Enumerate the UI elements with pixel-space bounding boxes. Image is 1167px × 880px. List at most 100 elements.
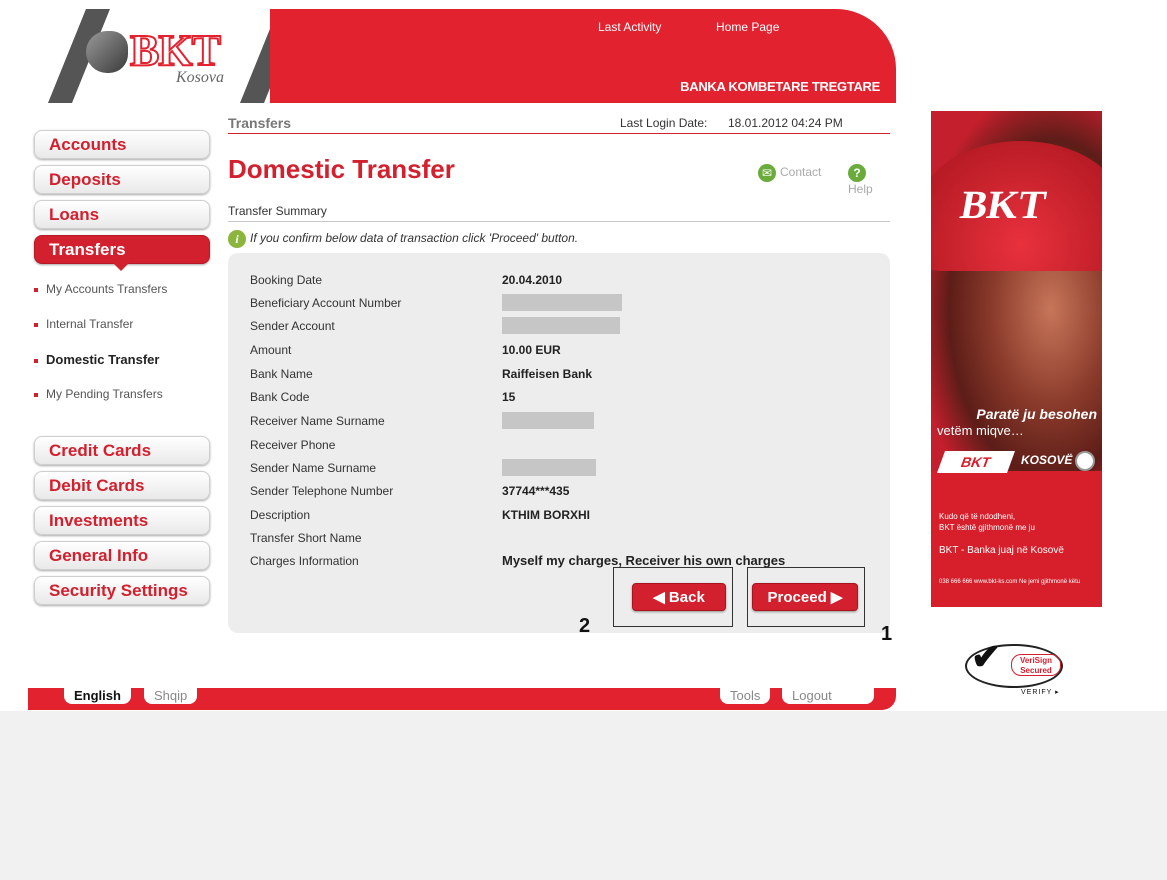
bank-code-label: Bank Code (250, 390, 310, 404)
booking-date-value: 20.04.2010 (502, 273, 563, 287)
sender-phone-label: Sender Telephone Number (250, 484, 394, 498)
sender-name-label: Sender Name Surname (250, 461, 377, 475)
page-title: Domestic Transfer (228, 154, 455, 184)
lang-shqip-tab[interactable]: Shqip (144, 687, 198, 704)
charges-value: Myself my charges, Receiver his own char… (502, 553, 786, 568)
tools-tab[interactable]: Tools (720, 687, 771, 704)
nav-general-info[interactable]: General Info (34, 541, 210, 570)
amount-label: Amount (250, 343, 292, 357)
bank-name-label: Bank Name (250, 367, 313, 381)
empty-area (0, 711, 1167, 880)
subnav-domestic-transfer[interactable]: Domestic Transfer (34, 352, 212, 387)
help-icon: ? (848, 164, 866, 182)
sender-account-label: Sender Account (250, 319, 335, 333)
verify-link[interactable]: VERIFY ▸ (1021, 688, 1060, 696)
info-message: i If you confirm below data of transactio… (228, 230, 578, 248)
bullet-icon (34, 392, 38, 397)
bkt-logo[interactable]: BKT Kosova (86, 25, 236, 87)
subnav-my-pending-transfers[interactable]: My Pending Transfers (34, 387, 212, 422)
bank-name-value: Raiffeisen Bank (502, 367, 593, 381)
advertisement-banner[interactable]: BKT Paratë ju besohen vetëm miqve… BKT K… (931, 111, 1102, 607)
contact-label: Contact (780, 165, 822, 180)
ad-slogan: BKT - Banka juaj në Kosovë (939, 545, 1064, 556)
logout-tab[interactable]: Logout (782, 687, 874, 704)
verisign-seal[interactable]: ✔ VeriSign Secured VERIFY ▸ (965, 636, 1065, 696)
redacted-value (502, 317, 620, 334)
bullet-icon (34, 287, 38, 292)
redacted-value (502, 412, 594, 429)
ad-tagline-1: Paratë ju besohen (976, 406, 1097, 422)
logo-subtitle: Kosova (176, 69, 224, 86)
subnav-internal-transfer[interactable]: Internal Transfer (34, 317, 212, 352)
subnav-label: Internal Transfer (46, 317, 134, 331)
transfer-short-name-label: Transfer Short Name (250, 531, 362, 545)
breadcrumb[interactable]: Transfers (228, 115, 291, 131)
ad-tagline-2: vetëm miqve… (937, 423, 1024, 438)
ad-copy-line-2: BKT është gjithmonë me ju (939, 523, 1035, 532)
section-label: Transfer Summary (228, 204, 327, 218)
annotation-box-back (613, 567, 733, 627)
page: BKT Kosova Last Activity Home Page BANKA… (0, 0, 1167, 880)
ad-brand: BKT (957, 182, 1050, 227)
footer: English Shqip Tools Logout (8, 687, 896, 710)
ad-copy-line-1: Kudo që të ndodheni, (939, 512, 1016, 521)
header: BKT Kosova Last Activity Home Page BANKA… (8, 9, 896, 103)
subnav-label: My Pending Transfers (46, 387, 163, 401)
transfer-summary-panel: Booking Date 20.04.2010 Beneficiary Acco… (228, 253, 892, 645)
ad-kosove: KOSOVË (1021, 453, 1073, 467)
transfers-subnav: My Accounts Transfers Internal Transfer … (34, 282, 212, 422)
divider (228, 221, 890, 222)
ad-logo-row: BKT KOSOVË (936, 451, 1096, 473)
subnav-label: Domestic Transfer (46, 352, 160, 367)
last-activity-link[interactable]: Last Activity (598, 20, 661, 34)
annotation-number-proceed: 1 (881, 623, 893, 645)
warrior-head-icon (86, 31, 128, 73)
nav-loans[interactable]: Loans (34, 200, 210, 229)
help-label: Help (848, 182, 873, 196)
nav-transfers[interactable]: Transfers (34, 235, 210, 271)
redacted-value (502, 294, 622, 311)
verisign-line-1: VeriSign (1019, 656, 1052, 665)
home-page-link[interactable]: Home Page (716, 20, 779, 34)
redacted-value (502, 459, 596, 476)
badge-icon (1075, 451, 1095, 471)
nav-credit-cards[interactable]: Credit Cards (34, 436, 210, 465)
info-icon: i (228, 230, 246, 248)
nav-investments[interactable]: Investments (34, 506, 210, 535)
description-label: Description (250, 508, 311, 522)
nav-accounts[interactable]: Accounts (34, 130, 210, 159)
booking-date-label: Booking Date (250, 273, 323, 287)
last-login-label: Last Login Date: (620, 116, 708, 130)
lang-english-tab[interactable]: English (64, 687, 131, 704)
nav-deposits[interactable]: Deposits (34, 165, 210, 194)
checkmark-icon: ✔ (971, 636, 1002, 677)
charges-label: Charges Information (250, 554, 359, 568)
subnav-my-accounts-transfers[interactable]: My Accounts Transfers (34, 282, 212, 317)
verisign-text: VeriSign Secured (1011, 654, 1061, 676)
last-login-value: 18.01.2012 04:24 PM (728, 116, 843, 130)
bullet-icon (34, 358, 38, 363)
contact-link[interactable]: ✉ Contact (758, 164, 821, 182)
sidebar: Accounts Deposits Loans Transfers My Acc… (34, 130, 212, 611)
bank-code-value: 15 (502, 390, 516, 404)
bank-name: BANKA KOMBETARE TREGTARE (680, 79, 880, 94)
receiver-phone-label: Receiver Phone (250, 438, 336, 452)
ad-copy: Kudo që të ndodheni, BKT është gjithmonë… (939, 511, 1035, 533)
nav-security-settings[interactable]: Security Settings (34, 576, 210, 605)
amount-value: 10.00 EUR (502, 343, 561, 357)
beneficiary-account-label: Beneficiary Account Number (250, 296, 402, 310)
breadcrumb-row: Transfers Last Login Date: 18.01.2012 04… (228, 112, 890, 134)
nav-debit-cards[interactable]: Debit Cards (34, 471, 210, 500)
info-text: If you confirm below data of transaction… (250, 231, 579, 246)
main-content: Transfers Last Login Date: 18.01.2012 04… (228, 112, 892, 645)
description-value: KTHIM BORXHI (502, 508, 590, 522)
annotation-box-proceed (747, 567, 865, 627)
help-link[interactable]: ?Help (848, 164, 890, 196)
bullet-icon (34, 322, 38, 327)
annotation-number-back: 2 (579, 615, 591, 637)
ad-logo: BKT (936, 451, 1016, 473)
receiver-name-label: Receiver Name Surname (250, 414, 385, 428)
ad-contact: 038 666 666 www.bkt-ks.com Ne jemi gjith… (939, 579, 1081, 585)
sender-phone-value: 37744***435 (502, 484, 570, 498)
mail-icon: ✉ (758, 164, 776, 182)
